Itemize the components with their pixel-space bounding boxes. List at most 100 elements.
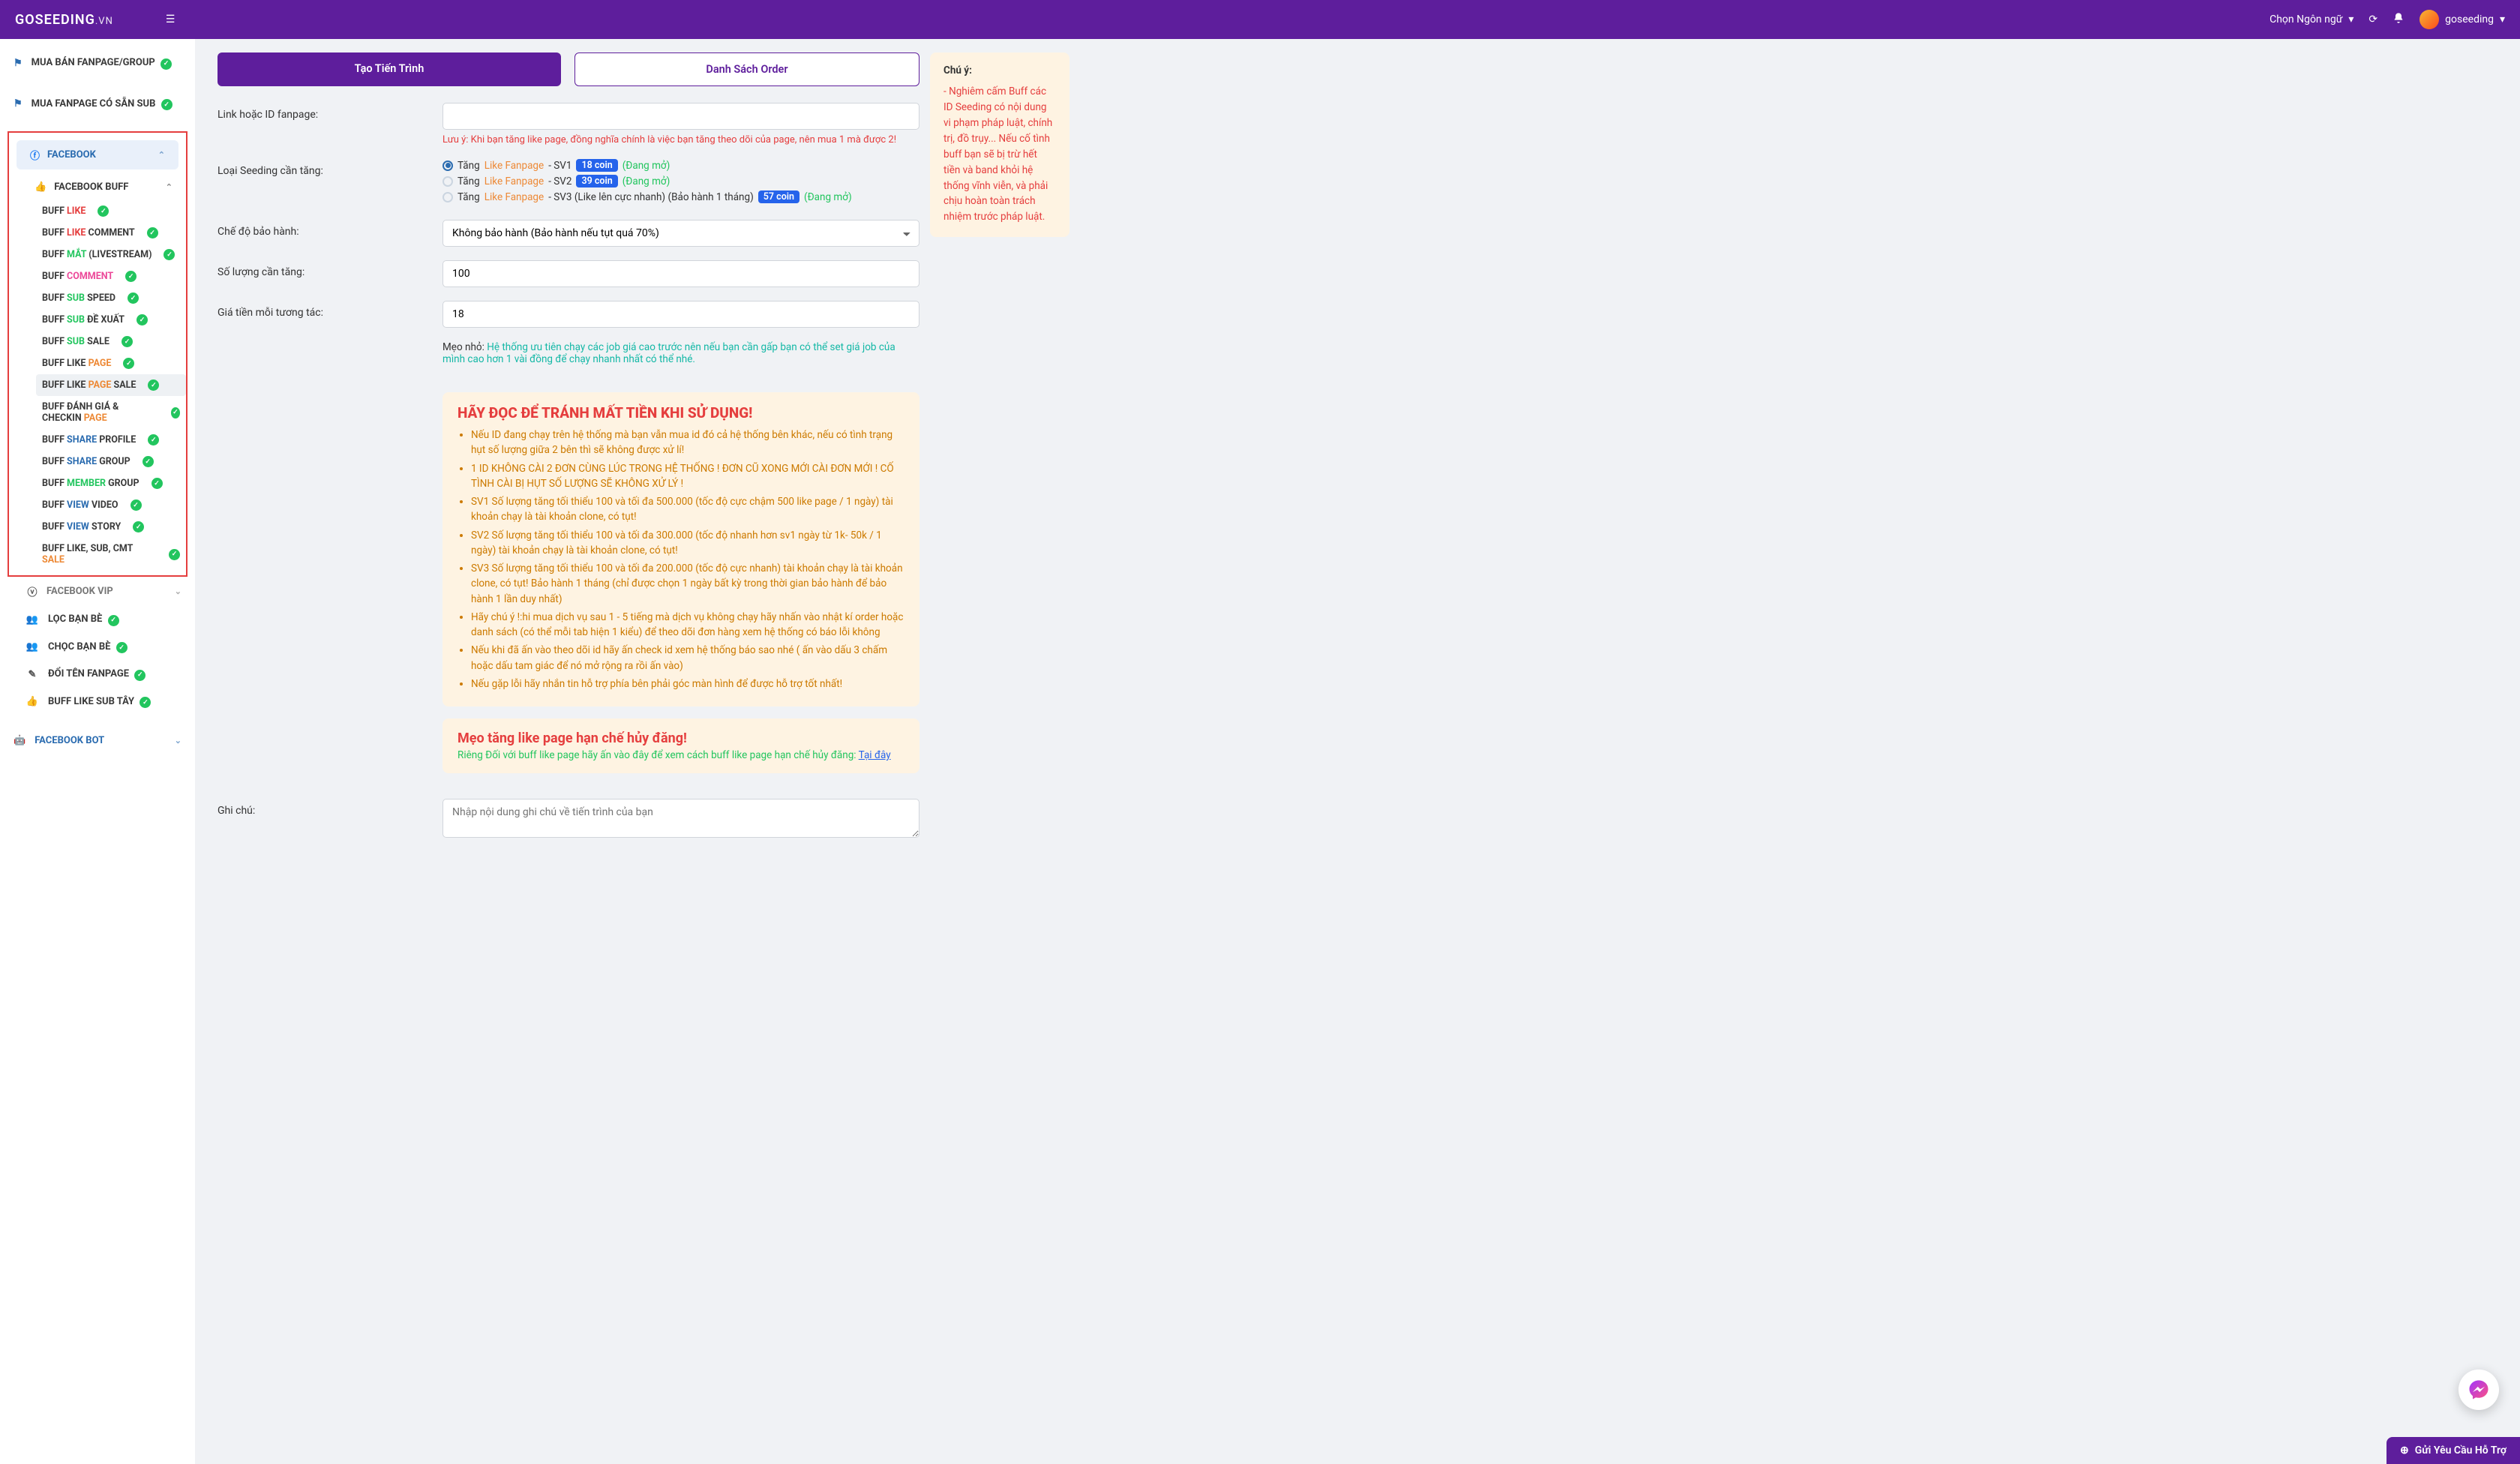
sidebar-section-facebook[interactable]: ⓕFACEBOOK ⌃ — [16, 140, 178, 170]
note-textarea[interactable] — [442, 799, 920, 838]
warning-item: SV3 Số lượng tăng tối thiểu 100 và tối đ… — [471, 561, 904, 607]
coin-badge: 18 coin — [576, 159, 617, 172]
check-icon: ✓ — [160, 58, 172, 70]
sidebar-item-buff[interactable]: BUFF LIKE, SUB, CMT SALE ✓ — [36, 538, 186, 571]
sidebar-section-facebook-vip[interactable]: ⓥFACEBOOK VIP ⌄ — [0, 577, 195, 606]
people-icon: 👥 — [26, 614, 39, 626]
sidebar-item-label: BUFF MEMBER GROUP — [42, 478, 140, 489]
check-icon: ✓ — [142, 456, 154, 467]
radio-sv3[interactable]: Tăng Like Fanpage - SV3 (Like lên cực nh… — [442, 190, 920, 203]
sidebar-section-facebook-buff[interactable]: 👍FACEBOOK BUFF ⌃ — [9, 174, 186, 200]
user-menu[interactable]: goseeding ▾ — [2420, 10, 2505, 29]
attention-box: Chú ý: - Nghiêm cấm Buff các ID Seeding … — [930, 52, 1070, 237]
facebook-buff-list: BUFF LIKE ✓BUFF LIKE COMMENT ✓BUFF MẮT (… — [9, 200, 186, 571]
sidebar-item-buff[interactable]: BUFF VIEW STORY ✓ — [36, 516, 186, 538]
bell-icon[interactable] — [2392, 12, 2404, 27]
tip-box: Mẹo tăng like page hạn chế hủy đăng! Riê… — [442, 718, 920, 773]
check-icon: ✓ — [98, 206, 109, 217]
sidebar-item-loc-ban-be[interactable]: 👥 LỌC BẠN BÈ ✓ — [0, 606, 195, 634]
sidebar-item-buff[interactable]: BUFF VIEW VIDEO ✓ — [36, 494, 186, 516]
support-button-label: Gửi Yêu Cầu Hỗ Trợ — [2415, 1444, 2506, 1456]
sidebar-item-doi-ten-fanpage[interactable]: ✎ ĐỔI TÊN FANPAGE ✓ — [0, 661, 195, 688]
sidebar-item-label: BUFF SUB SALE — [42, 336, 110, 347]
sidebar-item-buff[interactable]: BUFF LIKE ✓ — [36, 200, 186, 222]
radio-sv1[interactable]: Tăng Like Fanpage - SV1 18 coin (Đang mở… — [442, 159, 920, 172]
sidebar-item-label: BUFF SHARE PROFILE — [42, 434, 136, 446]
quantity-input[interactable] — [442, 260, 920, 287]
sidebar-item-buff[interactable]: BUFF LIKE PAGE ✓ — [36, 352, 186, 374]
check-icon: ✓ — [171, 407, 180, 418]
sidebar-section-facebook-bot[interactable]: 🤖FACEBOOK BOT ⌄ — [0, 728, 195, 754]
radio-sv-text: - SV2 — [548, 176, 572, 188]
refresh-icon[interactable]: ⟳ — [2368, 14, 2378, 26]
check-icon: ✓ — [147, 227, 158, 238]
radio-sv2[interactable]: Tăng Like Fanpage - SV2 39 coin (Đang mở… — [442, 175, 920, 188]
sidebar-item-buff[interactable]: BUFF SHARE PROFILE ✓ — [36, 429, 186, 451]
sidebar-item-buff[interactable]: BUFF COMMENT ✓ — [36, 266, 186, 287]
radio-highlight: Like Fanpage — [484, 191, 544, 203]
warning-item: Nếu gặp lỗi hãy nhắn tin hỗ trợ phía bên… — [471, 676, 904, 692]
radio-icon — [442, 160, 453, 171]
sidebar-item-choc-ban-be[interactable]: 👥 CHỌC BẠN BÈ ✓ — [0, 634, 195, 662]
sidebar-item-buff[interactable]: BUFF SUB ĐỀ XUẤT ✓ — [36, 309, 186, 331]
sidebar-item-buff[interactable]: BUFF ĐÁNH GIÁ & CHECKIN PAGE ✓ — [36, 396, 186, 429]
sidebar-item-label: MUA BÁN FANPAGE/GROUP — [32, 57, 155, 68]
main-content: Tạo Tiến Trình Danh Sách Order Link hoặc… — [195, 39, 930, 1464]
sidebar-item-buff-like-sub-tay[interactable]: 👍 BUFF LIKE SUB TÂY ✓ — [0, 688, 195, 716]
status-open: (Đang mở) — [804, 191, 852, 203]
status-open: (Đang mở) — [622, 176, 670, 188]
link-id-input[interactable] — [442, 103, 920, 130]
radio-sv-text: - SV1 — [548, 160, 572, 172]
sidebar-item-buff[interactable]: BUFF SUB SPEED ✓ — [36, 287, 186, 309]
sidebar-section-label: FACEBOOK BUFF — [54, 182, 128, 193]
people-icon: 👥 — [26, 641, 39, 652]
sidebar-item-mua-ban-fanpage[interactable]: ⚑ MUA BÁN FANPAGE/GROUP ✓ — [0, 50, 195, 77]
topbar-right: Chọn Ngôn ngữ ▾ ⟳ goseeding ▾ — [2270, 10, 2505, 29]
sidebar-item-buff[interactable]: BUFF SUB SALE ✓ — [36, 331, 186, 352]
sidebar-item-label: BUFF LIKE, SUB, CMT SALE — [42, 543, 157, 566]
language-selector[interactable]: Chọn Ngôn ngữ ▾ — [2270, 14, 2354, 26]
sidebar-item-label: BUFF SUB SPEED — [42, 292, 116, 304]
sidebar: ⚑ MUA BÁN FANPAGE/GROUP ✓ ⚑ MUA FANPAGE … — [0, 39, 195, 1464]
sidebar-item-buff[interactable]: BUFF LIKE PAGE SALE ✓ — [36, 374, 186, 396]
sidebar-item-buff[interactable]: BUFF MEMBER GROUP ✓ — [36, 472, 186, 494]
sidebar-item-buff[interactable]: BUFF SHARE GROUP ✓ — [36, 451, 186, 472]
sidebar-item-label: BUFF VIEW STORY — [42, 521, 121, 532]
rename-icon: ✎ — [26, 669, 39, 680]
check-icon: ✓ — [164, 249, 175, 260]
radio-text: Tăng — [458, 160, 480, 172]
sidebar-item-label: BUFF MẮT (LIVESTREAM) — [42, 249, 152, 260]
tip-link[interactable]: Tại đây — [859, 749, 891, 761]
messenger-fab[interactable] — [2458, 1370, 2499, 1410]
support-request-button[interactable]: ⊕ Gửi Yêu Cầu Hỗ Trợ — [2386, 1437, 2520, 1464]
sidebar-item-mua-fanpage-sub[interactable]: ⚑ MUA FANPAGE CÓ SẴN SUB ✓ — [0, 91, 195, 118]
radio-highlight: Like Fanpage — [484, 176, 544, 188]
sidebar-item-label: ĐỔI TÊN FANPAGE — [48, 668, 129, 680]
price-label: Giá tiền mỗi tương tác: — [218, 301, 442, 328]
price-tip: Mẹo nhỏ: Hệ thống ưu tiên chạy các job g… — [442, 341, 920, 365]
link-id-note: Lưu ý: Khi bạn tăng like page, đồng nghĩ… — [442, 134, 920, 146]
sidebar-item-buff[interactable]: BUFF LIKE COMMENT ✓ — [36, 222, 186, 244]
check-icon: ✓ — [136, 314, 148, 326]
radio-icon — [442, 176, 453, 187]
attention-title: Chú ý: — [944, 64, 1056, 76]
coin-badge: 39 coin — [576, 175, 617, 188]
chevron-down-icon: ▾ — [2348, 14, 2354, 26]
check-icon: ✓ — [161, 99, 172, 110]
warranty-select[interactable]: Không bảo hành (Bảo hành nếu tụt quá 70%… — [442, 220, 920, 247]
price-input[interactable] — [442, 301, 920, 328]
sidebar-item-label: BUFF SUB ĐỀ XUẤT — [42, 314, 124, 326]
sidebar-item-label: LỌC BẠN BÈ — [48, 614, 102, 625]
check-icon: ✓ — [148, 434, 159, 446]
logo[interactable]: GOSEEDING.VN — [15, 12, 113, 28]
check-icon: ✓ — [123, 358, 134, 369]
hamburger-icon[interactable]: ☰ — [166, 14, 176, 26]
sidebar-item-buff[interactable]: BUFF MẮT (LIVESTREAM) ✓ — [36, 244, 186, 266]
tab-create-process[interactable]: Tạo Tiến Trình — [218, 52, 561, 86]
chevron-down-icon: ⌄ — [175, 736, 182, 746]
check-icon: ✓ — [169, 549, 180, 560]
check-icon: ✓ — [125, 271, 136, 282]
facebook-section-highlight: ⓕFACEBOOK ⌃ 👍FACEBOOK BUFF ⌃ BUFF LIKE ✓… — [8, 131, 188, 577]
flag-icon: ⚑ — [14, 58, 22, 69]
tab-order-list[interactable]: Danh Sách Order — [574, 52, 920, 86]
